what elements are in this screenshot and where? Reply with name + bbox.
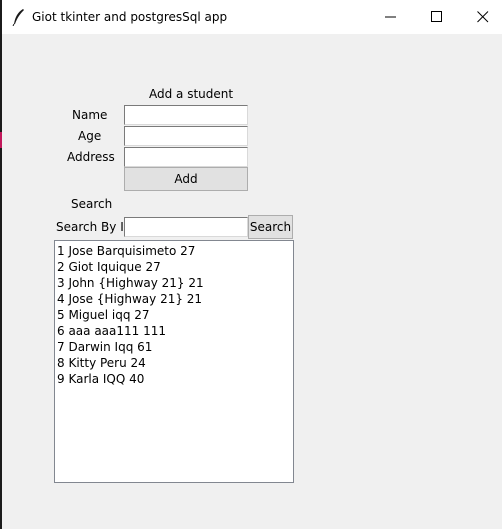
title-bar[interactable]: Giot tkinter and postgresSql app — [2, 0, 502, 34]
app-window: Giot tkinter and postgresSql app Add a s… — [2, 0, 502, 529]
list-item[interactable]: 9 Karla IQQ 40 — [56, 371, 293, 387]
address-label: Address — [67, 150, 115, 164]
search-heading: Search — [71, 197, 113, 211]
age-label: Age — [78, 129, 102, 143]
list-item[interactable]: 6 aaa aaa111 111 — [56, 323, 293, 339]
list-item[interactable]: 3 John {Highway 21} 21 — [56, 275, 293, 291]
search-id-input[interactable] — [124, 217, 248, 237]
maximize-icon — [431, 11, 442, 22]
list-item[interactable]: 5 Miguel iqq 27 — [56, 307, 293, 323]
search-by-id-label: Search By ID — [56, 220, 133, 234]
minimize-button[interactable] — [368, 0, 414, 34]
maximize-button[interactable] — [414, 0, 460, 34]
age-input[interactable] — [124, 126, 248, 146]
address-input[interactable] — [124, 147, 248, 167]
window-title: Giot tkinter and postgresSql app — [32, 10, 228, 24]
list-item[interactable]: 7 Darwin Iqq 61 — [56, 339, 293, 355]
close-button[interactable] — [460, 0, 502, 34]
search-button[interactable]: Search — [248, 215, 293, 239]
minimize-icon — [385, 16, 396, 18]
name-label: Name — [72, 108, 108, 122]
list-item[interactable]: 2 Giot Iquique 27 — [56, 259, 293, 275]
add-student-heading: Add a student — [149, 87, 234, 101]
list-item[interactable]: 4 Jose {Highway 21} 21 — [56, 291, 293, 307]
close-icon — [477, 11, 489, 23]
list-item[interactable]: 8 Kitty Peru 24 — [56, 355, 293, 371]
students-listbox[interactable]: 1 Jose Barquisimeto 27 2 Giot Iquique 27… — [54, 240, 294, 483]
add-button[interactable]: Add — [124, 167, 248, 191]
feather-icon — [12, 8, 26, 27]
list-item[interactable]: 1 Jose Barquisimeto 27 — [56, 243, 293, 259]
name-input[interactable] — [124, 105, 248, 125]
